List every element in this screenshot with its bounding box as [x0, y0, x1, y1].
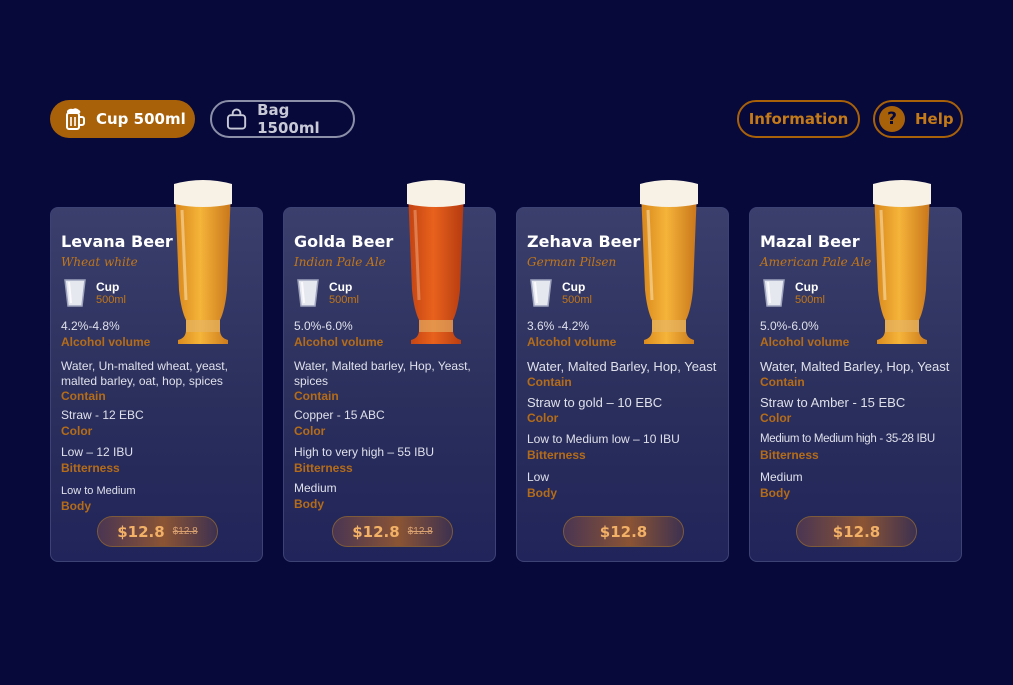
cup-icon: [763, 279, 785, 307]
price-button[interactable]: $12.8: [563, 516, 684, 547]
color-value: Straw to gold – 10 EBC: [527, 395, 663, 410]
tab-bag-label: Bag 1500ml: [257, 101, 320, 137]
bitterness-value: Low – 12 IBU: [61, 445, 134, 459]
alcohol-value: 3.6% -4.2%: [527, 319, 590, 333]
price: $12.8: [352, 522, 400, 541]
beer-mug-icon: [66, 108, 85, 130]
beer-card-mazal[interactable]: Mazal Beer American Pale Ale Cup 500ml 5…: [749, 180, 962, 562]
shopping-bag-icon: [226, 108, 247, 130]
alcohol-label: Alcohol volume: [760, 335, 850, 349]
bitterness-label: Bitterness: [760, 448, 819, 462]
tab-cup-500ml[interactable]: Cup 500ml: [50, 100, 195, 138]
old-price: $12.8: [172, 526, 198, 537]
beer-style: American Pale Ale: [760, 255, 872, 269]
alcohol-value: 5.0%-6.0%: [760, 319, 819, 333]
tab-cup-label: Cup 500ml: [96, 110, 186, 128]
information-button[interactable]: Information: [737, 100, 860, 138]
beer-style: German Pilsen: [527, 255, 617, 269]
color-label: Color: [294, 424, 326, 438]
beer-name: Mazal Beer: [760, 232, 860, 251]
cup-size: 500ml: [96, 294, 126, 306]
body-value: Medium: [760, 470, 803, 484]
help-icon: ?: [879, 106, 905, 132]
beer-name: Levana Beer: [61, 232, 173, 251]
tab-bag-1500ml[interactable]: Bag 1500ml: [210, 100, 355, 138]
cup-label: Cup: [562, 280, 586, 294]
information-label: Information: [748, 110, 849, 128]
beer-card-zehava[interactable]: Zehava Beer German Pilsen Cup 500ml 3.6%…: [516, 180, 729, 562]
beer-name: Golda Beer: [294, 232, 394, 251]
color-label: Color: [527, 411, 559, 425]
bitterness-value: Medium to Medium high - 35-28 IBU: [760, 433, 935, 445]
bitterness-label: Bitterness: [61, 461, 120, 475]
contain-value: Water, Un-malted wheat, yeast, malted ba…: [61, 359, 228, 388]
contain-label: Contain: [294, 389, 339, 403]
body-label: Body: [61, 499, 91, 513]
alcohol-value: 4.2%-4.8%: [61, 319, 120, 333]
alcohol-value: 5.0%-6.0%: [294, 319, 353, 333]
color-value: Straw to Amber - 15 EBC: [760, 395, 906, 410]
bitterness-label: Bitterness: [527, 448, 586, 462]
beer-style: Indian Pale Ale: [294, 255, 386, 269]
beer-name: Zehava Beer: [527, 232, 641, 251]
price: $12.8: [599, 522, 648, 541]
cup-icon: [64, 279, 86, 307]
cup-icon: [297, 279, 319, 307]
body-label: Body: [760, 486, 790, 500]
body-label: Body: [527, 486, 557, 500]
contain-label: Contain: [61, 389, 106, 403]
alcohol-label: Alcohol volume: [61, 335, 151, 349]
price: $12.8: [117, 522, 165, 541]
old-price: $12.8: [407, 526, 433, 537]
color-value: Straw - 12 EBC: [61, 408, 144, 422]
cup-size: 500ml: [795, 294, 825, 306]
body-value: Medium: [294, 481, 337, 495]
body-value: Low to Medium: [61, 485, 136, 497]
help-label: Help: [915, 110, 954, 128]
cup-size: 500ml: [329, 294, 359, 306]
cup-label: Cup: [96, 280, 120, 294]
cup-size: 500ml: [562, 294, 592, 306]
help-button[interactable]: ? Help: [873, 100, 963, 138]
cup-label: Cup: [795, 280, 819, 294]
color-label: Color: [760, 411, 792, 425]
cup-icon: [530, 279, 552, 307]
beer-style: Wheat white: [61, 255, 138, 269]
contain-value: Water, Malted Barley, Hop, Yeast: [527, 359, 717, 374]
contain-label: Contain: [760, 375, 805, 389]
beer-card-levana[interactable]: Levana Beer Wheat white Cup 500ml 4.2%-4…: [50, 180, 263, 562]
body-label: Body: [294, 497, 324, 511]
contain-label: Contain: [527, 375, 572, 389]
alcohol-label: Alcohol volume: [527, 335, 617, 349]
price-button[interactable]: $12.8 $12.8: [332, 516, 453, 547]
bitterness-value: High to very high – 55 IBU: [294, 445, 435, 459]
price-button[interactable]: $12.8: [796, 516, 917, 547]
contain-value: Water, Malted Barley, Hop, Yeast: [760, 359, 950, 374]
bitterness-value: Low to Medium low – 10 IBU: [527, 432, 680, 446]
alcohol-label: Alcohol volume: [294, 335, 384, 349]
bitterness-label: Bitterness: [294, 461, 353, 475]
body-value: Low: [527, 470, 550, 484]
price: $12.8: [832, 522, 881, 541]
cup-label: Cup: [329, 280, 353, 294]
beer-card-golda[interactable]: Golda Beer Indian Pale Ale Cup 500ml 5.0…: [283, 180, 496, 562]
color-value: Copper - 15 ABC: [294, 408, 385, 422]
contain-value: Water, Malted barley, Hop, Yeast, spices: [294, 359, 471, 388]
price-button[interactable]: $12.8 $12.8: [97, 516, 218, 547]
color-label: Color: [61, 424, 93, 438]
top-bar: Cup 500ml Bag 1500ml Information ? Help: [50, 100, 963, 140]
